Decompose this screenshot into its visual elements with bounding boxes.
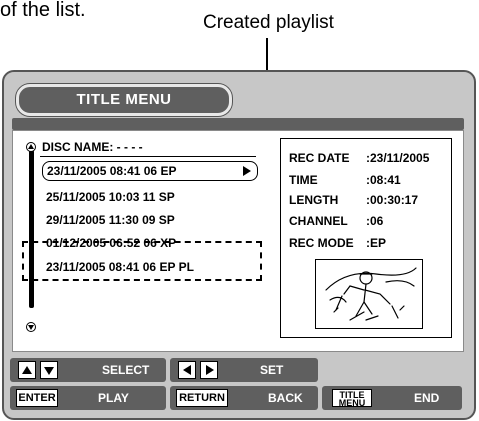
- title-menu-key-line2: MENU: [338, 398, 366, 408]
- title-menu-key[interactable]: TITLE MENU: [332, 389, 372, 408]
- back-control: RETURN BACK: [170, 386, 318, 410]
- info-rec-mode: REC MODE :EP: [289, 236, 386, 250]
- info-label: LENGTH: [289, 193, 339, 207]
- info-value: :00:30:17: [366, 193, 419, 207]
- skier-drawing: [325, 267, 417, 321]
- scroll-up-icon[interactable]: [26, 142, 36, 152]
- info-length: LENGTH :00:30:17: [289, 193, 418, 207]
- info-label: REC DATE: [289, 151, 350, 165]
- playlist-list-item[interactable]: 23/11/2005 08:41 06 EP PL: [44, 258, 260, 276]
- screen-content: DISC NAME: - - - - 23/11/2005 08:41 06 E…: [2, 70, 476, 420]
- set-control: SET: [170, 358, 318, 382]
- end-control: TITLE MENU END: [322, 386, 462, 410]
- back-label: BACK: [268, 391, 303, 405]
- set-label: SET: [260, 363, 284, 377]
- scroll-down-icon[interactable]: [26, 322, 36, 332]
- return-key[interactable]: RETURN: [176, 389, 228, 407]
- up-key-icon[interactable]: [18, 361, 36, 379]
- skier-thumbnail: [315, 259, 423, 329]
- select-label: SELECT: [102, 363, 150, 377]
- title-list-item[interactable]: 29/11/2005 11:30 09 SP: [46, 211, 175, 229]
- play-control: ENTER PLAY: [10, 386, 166, 410]
- control-row-2: ENTER PLAY RETURN BACK TITLE MENU END: [10, 386, 462, 410]
- enter-key[interactable]: ENTER: [16, 389, 58, 407]
- play-label: PLAY: [98, 391, 129, 405]
- disc-name-label: DISC NAME: - - - -: [42, 140, 143, 154]
- intro-text: of the list.: [0, 0, 86, 21]
- info-label: TIME: [289, 173, 318, 187]
- info-time: TIME :08:41: [289, 173, 401, 187]
- title-entry-label: 23/11/2005 08:41 06 EP: [47, 164, 177, 178]
- right-key-icon[interactable]: [200, 361, 218, 379]
- info-value: :EP: [366, 236, 387, 250]
- info-value: :06: [366, 214, 384, 228]
- title-info-panel: REC DATE :23/11/2005 TIME :08:41 LENGTH :00…: [280, 138, 452, 338]
- select-control: SELECT: [10, 358, 166, 382]
- title-list-item[interactable]: 25/11/2005 10:03 11 SP: [46, 188, 175, 206]
- scrollbar[interactable]: [29, 150, 34, 308]
- control-row-1: SELECT SET: [10, 358, 462, 382]
- info-label: REC MODE: [289, 236, 354, 250]
- callout-label: Created playlist: [203, 12, 334, 33]
- info-label: CHANNEL: [289, 214, 348, 228]
- info-value: :23/11/2005: [366, 151, 430, 165]
- info-channel: CHANNEL :06: [289, 214, 383, 228]
- play-arrow-icon: [243, 166, 251, 176]
- down-key-icon[interactable]: [40, 361, 58, 379]
- left-key-icon[interactable]: [178, 361, 196, 379]
- end-label: END: [414, 391, 440, 405]
- title-list-item[interactable]: 23/11/2005 08:41 06 EP: [42, 161, 258, 181]
- info-value: :08:41: [366, 173, 401, 187]
- info-rec-date: REC DATE :23/11/2005: [289, 151, 429, 165]
- disc-name-divider: [40, 156, 256, 157]
